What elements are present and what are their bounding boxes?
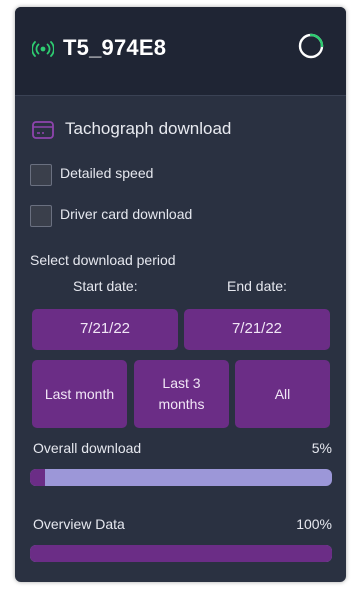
- overview-data-percent: 100%: [296, 516, 332, 532]
- detailed-speed-label[interactable]: Detailed speed: [60, 165, 153, 181]
- overview-data-progress-fill: [30, 545, 332, 562]
- driver-card-label[interactable]: Driver card download: [60, 206, 192, 222]
- start-date-picker[interactable]: 7/21/22: [32, 309, 178, 350]
- end-date-picker[interactable]: 7/21/22: [184, 309, 330, 350]
- start-date-label: Start date:: [73, 278, 138, 294]
- card-header: T5_974E8: [15, 7, 346, 96]
- card-reader-icon: [32, 121, 54, 139]
- overall-download-progress-fill: [30, 469, 46, 486]
- driver-card-checkbox[interactable]: [30, 205, 52, 227]
- loading-spinner-icon: [298, 33, 324, 59]
- download-period-label: Select download period: [30, 252, 176, 268]
- overall-download-progress: [30, 469, 332, 486]
- last-month-button[interactable]: Last month: [32, 360, 127, 428]
- all-button[interactable]: All: [235, 360, 330, 428]
- overall-download-label: Overall download: [33, 440, 142, 456]
- section-title: Tachograph download: [65, 119, 232, 138]
- signal-broadcast-icon: [32, 41, 54, 57]
- overall-download-percent: 5%: [311, 440, 332, 456]
- device-title: T5_974E8: [63, 35, 167, 60]
- detailed-speed-checkbox[interactable]: [30, 164, 52, 186]
- last-3-months-button[interactable]: Last 3 months: [134, 360, 229, 428]
- tachograph-card: T5_974E8 Tachograph download Detailed sp…: [15, 7, 346, 582]
- overview-data-progress: [30, 545, 332, 562]
- end-date-label: End date:: [227, 278, 287, 294]
- overview-data-label: Overview Data: [33, 516, 125, 532]
